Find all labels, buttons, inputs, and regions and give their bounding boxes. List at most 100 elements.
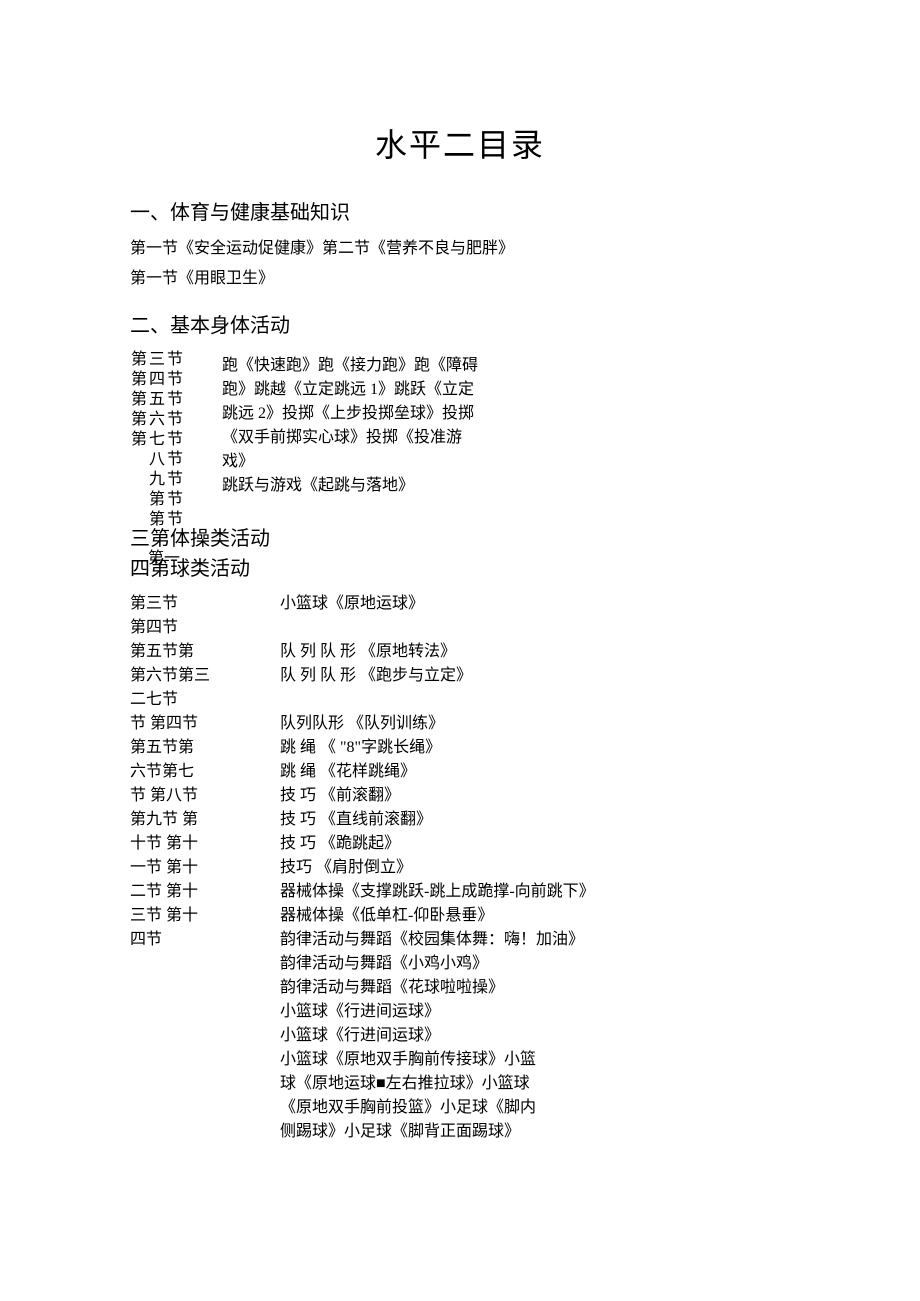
section-1-line-1: 第一节《安全运动促健康》第二节《营养不良与肥胖》 [130, 237, 790, 261]
cell [130, 490, 148, 510]
section-4-header: 四第球类活动 [130, 556, 790, 582]
list-row: 二节 第十器械体操《支撑跳跃-跳上成跪撑-向前跳下》 [130, 880, 790, 904]
row-content: 小篮球《行进间运球》 [280, 1024, 790, 1048]
cell [130, 470, 148, 490]
list-row: 韵律活动与舞蹈《小鸡小鸡》 [130, 952, 790, 976]
row-label: 第四节 [130, 616, 280, 640]
list-row: 第六节第三队 列 队 形 《跑步与立定》 [130, 664, 790, 688]
cell: 第 [148, 510, 166, 530]
cell: 节 [166, 410, 184, 430]
row-content: 《原地双手胸前投篮》小足球《脚内 [280, 1096, 790, 1120]
row-content: 队列队形 《队列训练》 [280, 712, 790, 736]
list-row: 节 第四节队列队形 《队列训练》 [130, 712, 790, 736]
row-label: 节 第八节 [130, 784, 280, 808]
listing-block: 第三节小篮球《原地运球》第四节第五节第队 列 队 形 《原地转法》第六节第三队 … [130, 592, 790, 1144]
row-label: 四节 [130, 928, 280, 952]
line: 跳远 2》投掷《上步投掷垒球》投掷 [222, 402, 478, 426]
list-row: 十节 第十技 巧 《跪跳起》 [130, 832, 790, 856]
section-2-right-col: 跑《快速跑》跑《接力跑》跑《障碍 跑》跳越《立定跳远 1》跳跃《立定 跳远 2》… [222, 350, 478, 498]
list-row: 第五节第跳 绳 《 "8"字跳长绳》 [130, 736, 790, 760]
row-label: 节 第四节 [130, 712, 280, 736]
row-content: 韵律活动与舞蹈《花球啦啦操》 [280, 976, 790, 1000]
section-2-header: 二、基本身体活动 [130, 309, 790, 338]
row-label: 二节 第十 [130, 880, 280, 904]
list-row: 小篮球《行进间运球》 [130, 1000, 790, 1024]
list-row: 二七节 [130, 688, 790, 712]
row-label: 第三节 [130, 592, 280, 616]
row-content: 小篮球《原地双手胸前传接球》小篮 [280, 1048, 790, 1072]
cell [130, 450, 148, 470]
row-content: 技 巧 《前滚翻》 [280, 784, 790, 808]
row-content: 技 巧 《直线前滚翻》 [280, 808, 790, 832]
list-row: 四节韵律活动与舞蹈《校园集体舞：嗨！加油》 [130, 928, 790, 952]
cell: 第 [130, 350, 148, 370]
list-row: 第四节 [130, 616, 790, 640]
list-row: 第五节第队 列 队 形 《原地转法》 [130, 640, 790, 664]
list-row: 小篮球《原地双手胸前传接球》小篮 [130, 1048, 790, 1072]
list-row: 小篮球《行进间运球》 [130, 1024, 790, 1048]
list-row: 一节 第十技巧 《肩肘倒立》 [130, 856, 790, 880]
list-row: 六节第七跳 绳 《花样跳绳》 [130, 760, 790, 784]
cell: 第 [130, 430, 148, 450]
cell: 第 [130, 370, 148, 390]
cell: 六 [148, 410, 166, 430]
list-row: 《原地双手胸前投篮》小足球《脚内 [130, 1096, 790, 1120]
cell: 第 [130, 390, 148, 410]
cell: 节 [166, 430, 184, 450]
row-content: 韵律活动与舞蹈《校园集体舞：嗨！加油》 [280, 928, 790, 952]
row-content: 器械体操《低单杠-仰卧悬垂》 [280, 904, 790, 928]
section-1-line-2: 第一节《用眼卫生》 [130, 267, 790, 291]
cell: 节 [166, 490, 184, 510]
row-content: 侧踢球》小足球《脚背正面踢球》 [280, 1120, 790, 1144]
list-row: 侧踢球》小足球《脚背正面踢球》 [130, 1120, 790, 1144]
row-content: 队 列 队 形 《跑步与立定》 [280, 664, 790, 688]
row-label: 第五节第 [130, 736, 280, 760]
line: 跳跃与游戏《起跳与落地》 [222, 474, 478, 498]
document-page: 水平二目录 一、体育与健康基础知识 第一节《安全运动促健康》第二节《营养不良与肥… [0, 0, 920, 1204]
row-content: 跳 绳 《花样跳绳》 [280, 760, 790, 784]
cell: 节 [166, 470, 184, 490]
cell: 八 [148, 450, 166, 470]
row-content: 技 巧 《跪跳起》 [280, 832, 790, 856]
cell: 节 [166, 450, 184, 470]
cell: 节 [166, 390, 184, 410]
row-content: 小篮球《原地运球》 [280, 592, 790, 616]
section-2-left-col: 第三节 第四节 第五节 第六节 第七节 八节 九节 第节 第节 [130, 350, 208, 530]
list-row: 球《原地运球■左右推拉球》小篮球 [130, 1072, 790, 1096]
section-1-header: 一、体育与健康基础知识 [130, 196, 790, 225]
row-content: 队 列 队 形 《原地转法》 [280, 640, 790, 664]
cell: 五 [148, 390, 166, 410]
section-3-header: 三第体操类活动 [130, 526, 790, 552]
row-label: 三节 第十 [130, 904, 280, 928]
section-2-body: 第三节 第四节 第五节 第六节 第七节 八节 九节 第节 第节 跑《快速跑》跑《… [130, 350, 790, 530]
list-row: 韵律活动与舞蹈《花球啦啦操》 [130, 976, 790, 1000]
cell [130, 510, 148, 530]
cell: 第 [130, 410, 148, 430]
row-content: 小篮球《行进间运球》 [280, 1000, 790, 1024]
line: 戏》 [222, 450, 478, 474]
row-label: 十节 第十 [130, 832, 280, 856]
list-row: 第九节 第技 巧 《直线前滚翻》 [130, 808, 790, 832]
list-row: 三节 第十器械体操《低单杠-仰卧悬垂》 [130, 904, 790, 928]
line: 跑《快速跑》跑《接力跑》跑《障碍 [222, 354, 478, 378]
row-label: 第九节 第 [130, 808, 280, 832]
row-label: 六节第七 [130, 760, 280, 784]
page-title: 水平二目录 [130, 120, 790, 166]
row-label: 第六节第三 [130, 664, 280, 688]
list-row: 节 第八节技 巧 《前滚翻》 [130, 784, 790, 808]
row-content: 跳 绳 《 "8"字跳长绳》 [280, 736, 790, 760]
list-row: 第三节小篮球《原地运球》 [130, 592, 790, 616]
row-content: 器械体操《支撑跳跃-跳上成跪撑-向前跳下》 [280, 880, 790, 904]
line: 跑》跳越《立定跳远 1》跳跃《立定 [222, 378, 478, 402]
cell: 节 [166, 350, 184, 370]
cell: 七 [148, 430, 166, 450]
cell: 三 [148, 350, 166, 370]
row-label: 二七节 [130, 688, 280, 712]
row-content: 球《原地运球■左右推拉球》小篮球 [280, 1072, 790, 1096]
cell: 第 [148, 490, 166, 510]
line: 《双手前掷实心球》投掷《投准游 [222, 426, 478, 450]
row-label: 第五节第 [130, 640, 280, 664]
cell: 九 [148, 470, 166, 490]
row-content: 韵律活动与舞蹈《小鸡小鸡》 [280, 952, 790, 976]
row-content: 技巧 《肩肘倒立》 [280, 856, 790, 880]
